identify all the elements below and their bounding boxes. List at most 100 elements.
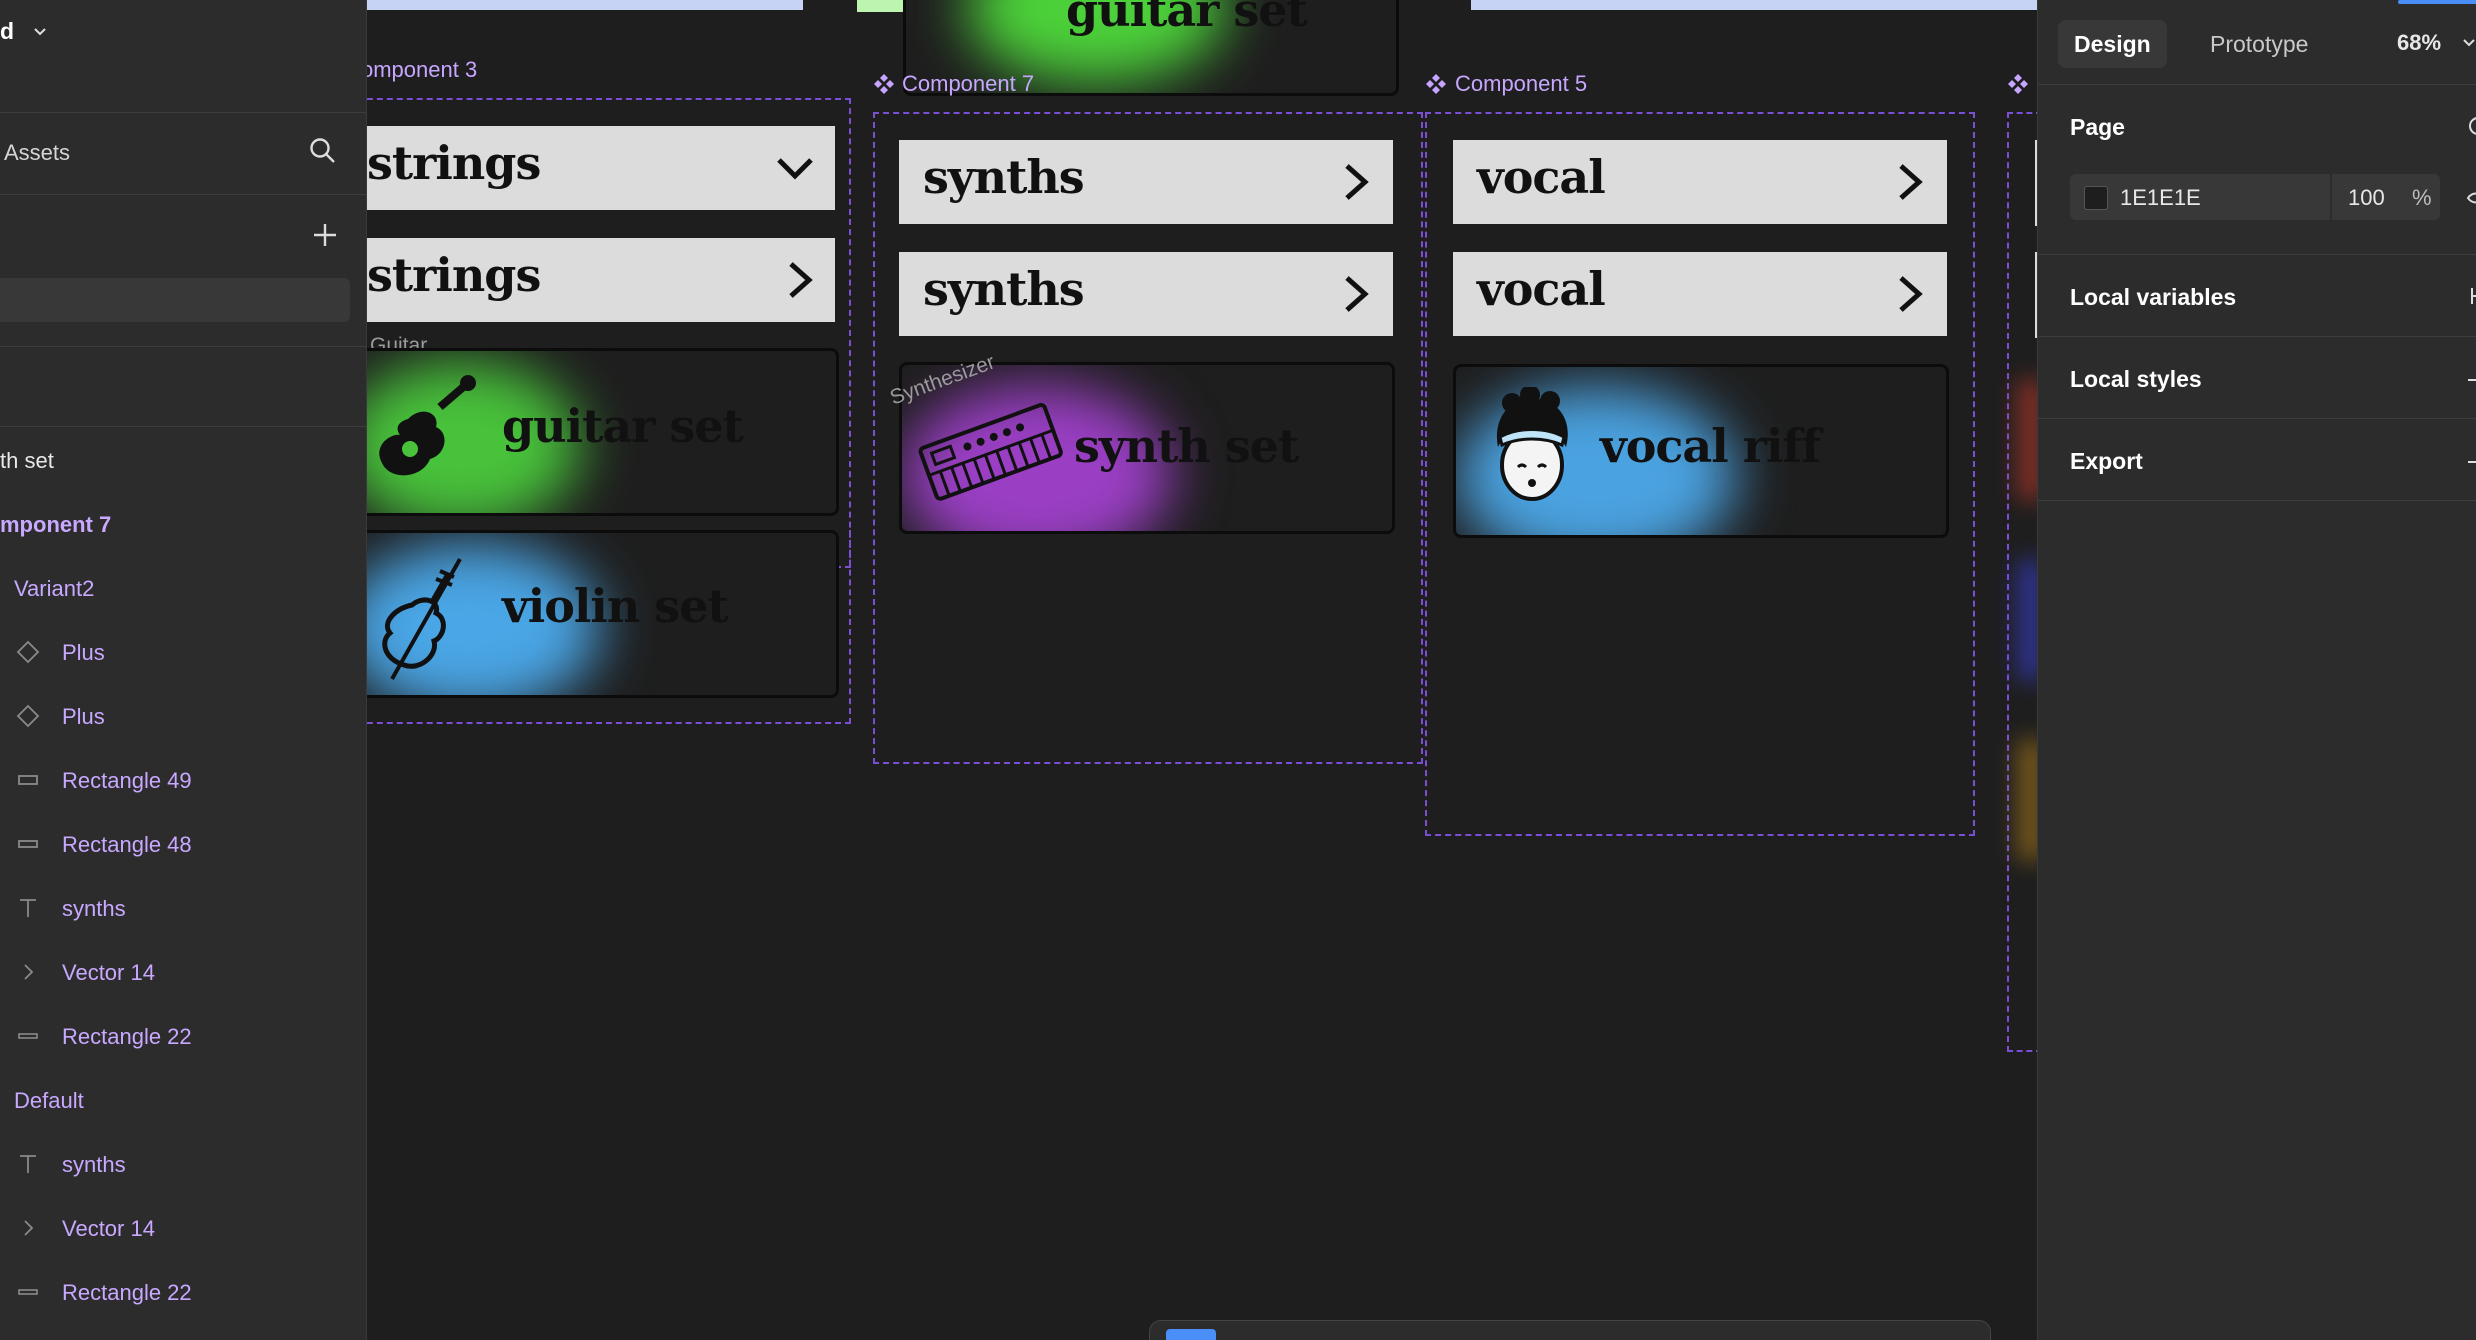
frame-edge	[367, 0, 803, 10]
section-page: Page	[2070, 114, 2125, 140]
component-icon	[874, 74, 894, 94]
layer-item[interactable]: Rectangle 22	[62, 1024, 192, 1050]
chevron-right-icon	[24, 1220, 34, 1236]
section-local-styles[interactable]: Local styles	[2070, 366, 2202, 393]
layer-item[interactable]: Rectangle 49	[62, 768, 192, 794]
tab-prototype[interactable]: Prototype	[2194, 20, 2324, 68]
bottom-toolbar[interactable]	[1149, 1320, 1991, 1340]
add-page-icon[interactable]	[310, 220, 340, 250]
chevron-down-icon	[777, 158, 813, 180]
instrument-card[interactable]: synth set	[899, 362, 1395, 534]
color-hex-value[interactable]: 1E1E1E	[2120, 185, 2201, 211]
layer-item[interactable]: Rectangle 48	[62, 832, 192, 858]
section-local-variables[interactable]: Local variables	[2070, 284, 2236, 311]
layer-item[interactable]: Plus	[62, 640, 105, 666]
layer-item[interactable]: Plus	[62, 704, 105, 730]
visibility-icon[interactable]	[2464, 114, 2476, 138]
chevron-down-icon[interactable]	[2462, 36, 2476, 50]
layer-item[interactable]: synths	[62, 1152, 126, 1178]
layer-variant[interactable]: Variant2	[14, 576, 94, 602]
divider	[2038, 418, 2476, 419]
dropdown-pill[interactable]: strings	[367, 126, 835, 210]
page-color-field[interactable]: 1E1E1E	[2070, 174, 2330, 220]
tab-design[interactable]: Design	[2058, 20, 2167, 68]
toolbar-active-tool[interactable]	[1166, 1329, 1216, 1340]
dropdown-pill[interactable]: vocal	[1453, 140, 1947, 224]
zoom-level[interactable]: 68%	[2397, 30, 2441, 56]
variables-icon[interactable]	[2464, 284, 2476, 308]
diamond-icon	[16, 640, 40, 664]
pill-label: strings	[367, 248, 541, 302]
dropdown-pill[interactable]: synths	[899, 252, 1393, 336]
layer-item[interactable]: synths	[62, 896, 126, 922]
chevron-right-icon	[1899, 276, 1923, 312]
text-layer-icon	[20, 1155, 36, 1173]
opacity-unit: %	[2412, 185, 2432, 210]
layer-item[interactable]: Rectangle 22	[62, 1280, 192, 1306]
divider	[0, 426, 366, 427]
dropdown-pill[interactable]: vocal	[1453, 252, 1947, 336]
layers-sidebar: d Assets th set mponent 7 Variant2 Plus …	[0, 0, 367, 1340]
line-icon	[18, 1289, 38, 1295]
opacity-value[interactable]: 100	[2348, 185, 2385, 211]
synthesizer-icon	[918, 403, 1063, 501]
dropdown-pill[interactable]: strings	[367, 238, 835, 322]
instrument-card[interactable]: vocal riff	[1453, 364, 1949, 538]
chevron-right-icon	[1899, 164, 1923, 200]
page-list-item-selected[interactable]	[0, 278, 350, 322]
dropdown-pill[interactable]: synths	[899, 140, 1393, 224]
component-icon	[1426, 74, 1446, 94]
text-layer-icon	[20, 899, 36, 917]
divider	[0, 194, 366, 195]
eye-icon[interactable]	[2464, 186, 2476, 210]
card-title: vocal riff	[1600, 419, 1821, 473]
card-title: synth set	[1074, 419, 1299, 473]
pill-label: synths	[923, 262, 1085, 316]
divider	[0, 346, 366, 347]
chevron-right-icon	[24, 964, 34, 980]
properties-panel: Design Prototype 68% Page 1E1E1E 100 % L…	[2037, 0, 2476, 1340]
chevron-down-icon[interactable]	[32, 24, 48, 40]
instrument-card[interactable]: guitar set	[367, 348, 839, 516]
guitar-icon	[379, 375, 476, 476]
frame-edge	[1471, 0, 2037, 10]
pill-label: strings	[367, 136, 541, 190]
instrument-card[interactable]: violin set	[367, 530, 839, 698]
tab-assets[interactable]: Assets	[4, 140, 70, 166]
divider	[2038, 500, 2476, 501]
card-title: guitar set	[502, 399, 744, 453]
card-title: violin set	[502, 579, 729, 633]
file-name[interactable]: d	[0, 18, 14, 45]
component-label[interactable]: omponent 3	[367, 57, 477, 83]
card-title: guitar set	[1066, 0, 1308, 37]
search-icon[interactable]	[308, 136, 338, 166]
line-icon	[18, 1033, 38, 1039]
layer-item[interactable]: Vector 14	[62, 960, 155, 986]
page-opacity-field[interactable]: 100 %	[2332, 174, 2440, 220]
design-canvas[interactable]: guitar set omponent 3 strings strings Gu…	[367, 0, 2037, 1340]
rectangle-icon	[18, 840, 38, 848]
singer-face-icon	[1496, 387, 1568, 501]
color-swatch[interactable]	[2084, 186, 2108, 210]
violin-icon	[382, 558, 462, 680]
layer-variant[interactable]: Default	[14, 1088, 84, 1114]
share-button-edge[interactable]	[2398, 0, 2476, 4]
add-style-icon[interactable]	[2464, 368, 2476, 392]
card-glow-edge	[2019, 380, 2037, 500]
divider	[0, 112, 366, 113]
component-label[interactable]: Component 7	[902, 71, 1034, 97]
layer-component[interactable]: mponent 7	[0, 512, 111, 538]
component-icon	[2008, 74, 2028, 94]
add-export-icon[interactable]	[2464, 450, 2476, 474]
component-label[interactable]: Component 5	[1455, 71, 1587, 97]
chevron-right-icon	[1345, 276, 1369, 312]
pill-label: vocal	[1477, 262, 1606, 316]
layer-item[interactable]: Vector 14	[62, 1216, 155, 1242]
card-glow-edge	[2019, 740, 2037, 860]
chevron-right-icon	[1345, 164, 1369, 200]
section-export[interactable]: Export	[2070, 448, 2143, 475]
layer-item[interactable]: th set	[0, 448, 54, 474]
rectangle-icon	[18, 775, 38, 785]
diamond-icon	[16, 704, 40, 728]
card-glow-edge	[2019, 560, 2037, 680]
